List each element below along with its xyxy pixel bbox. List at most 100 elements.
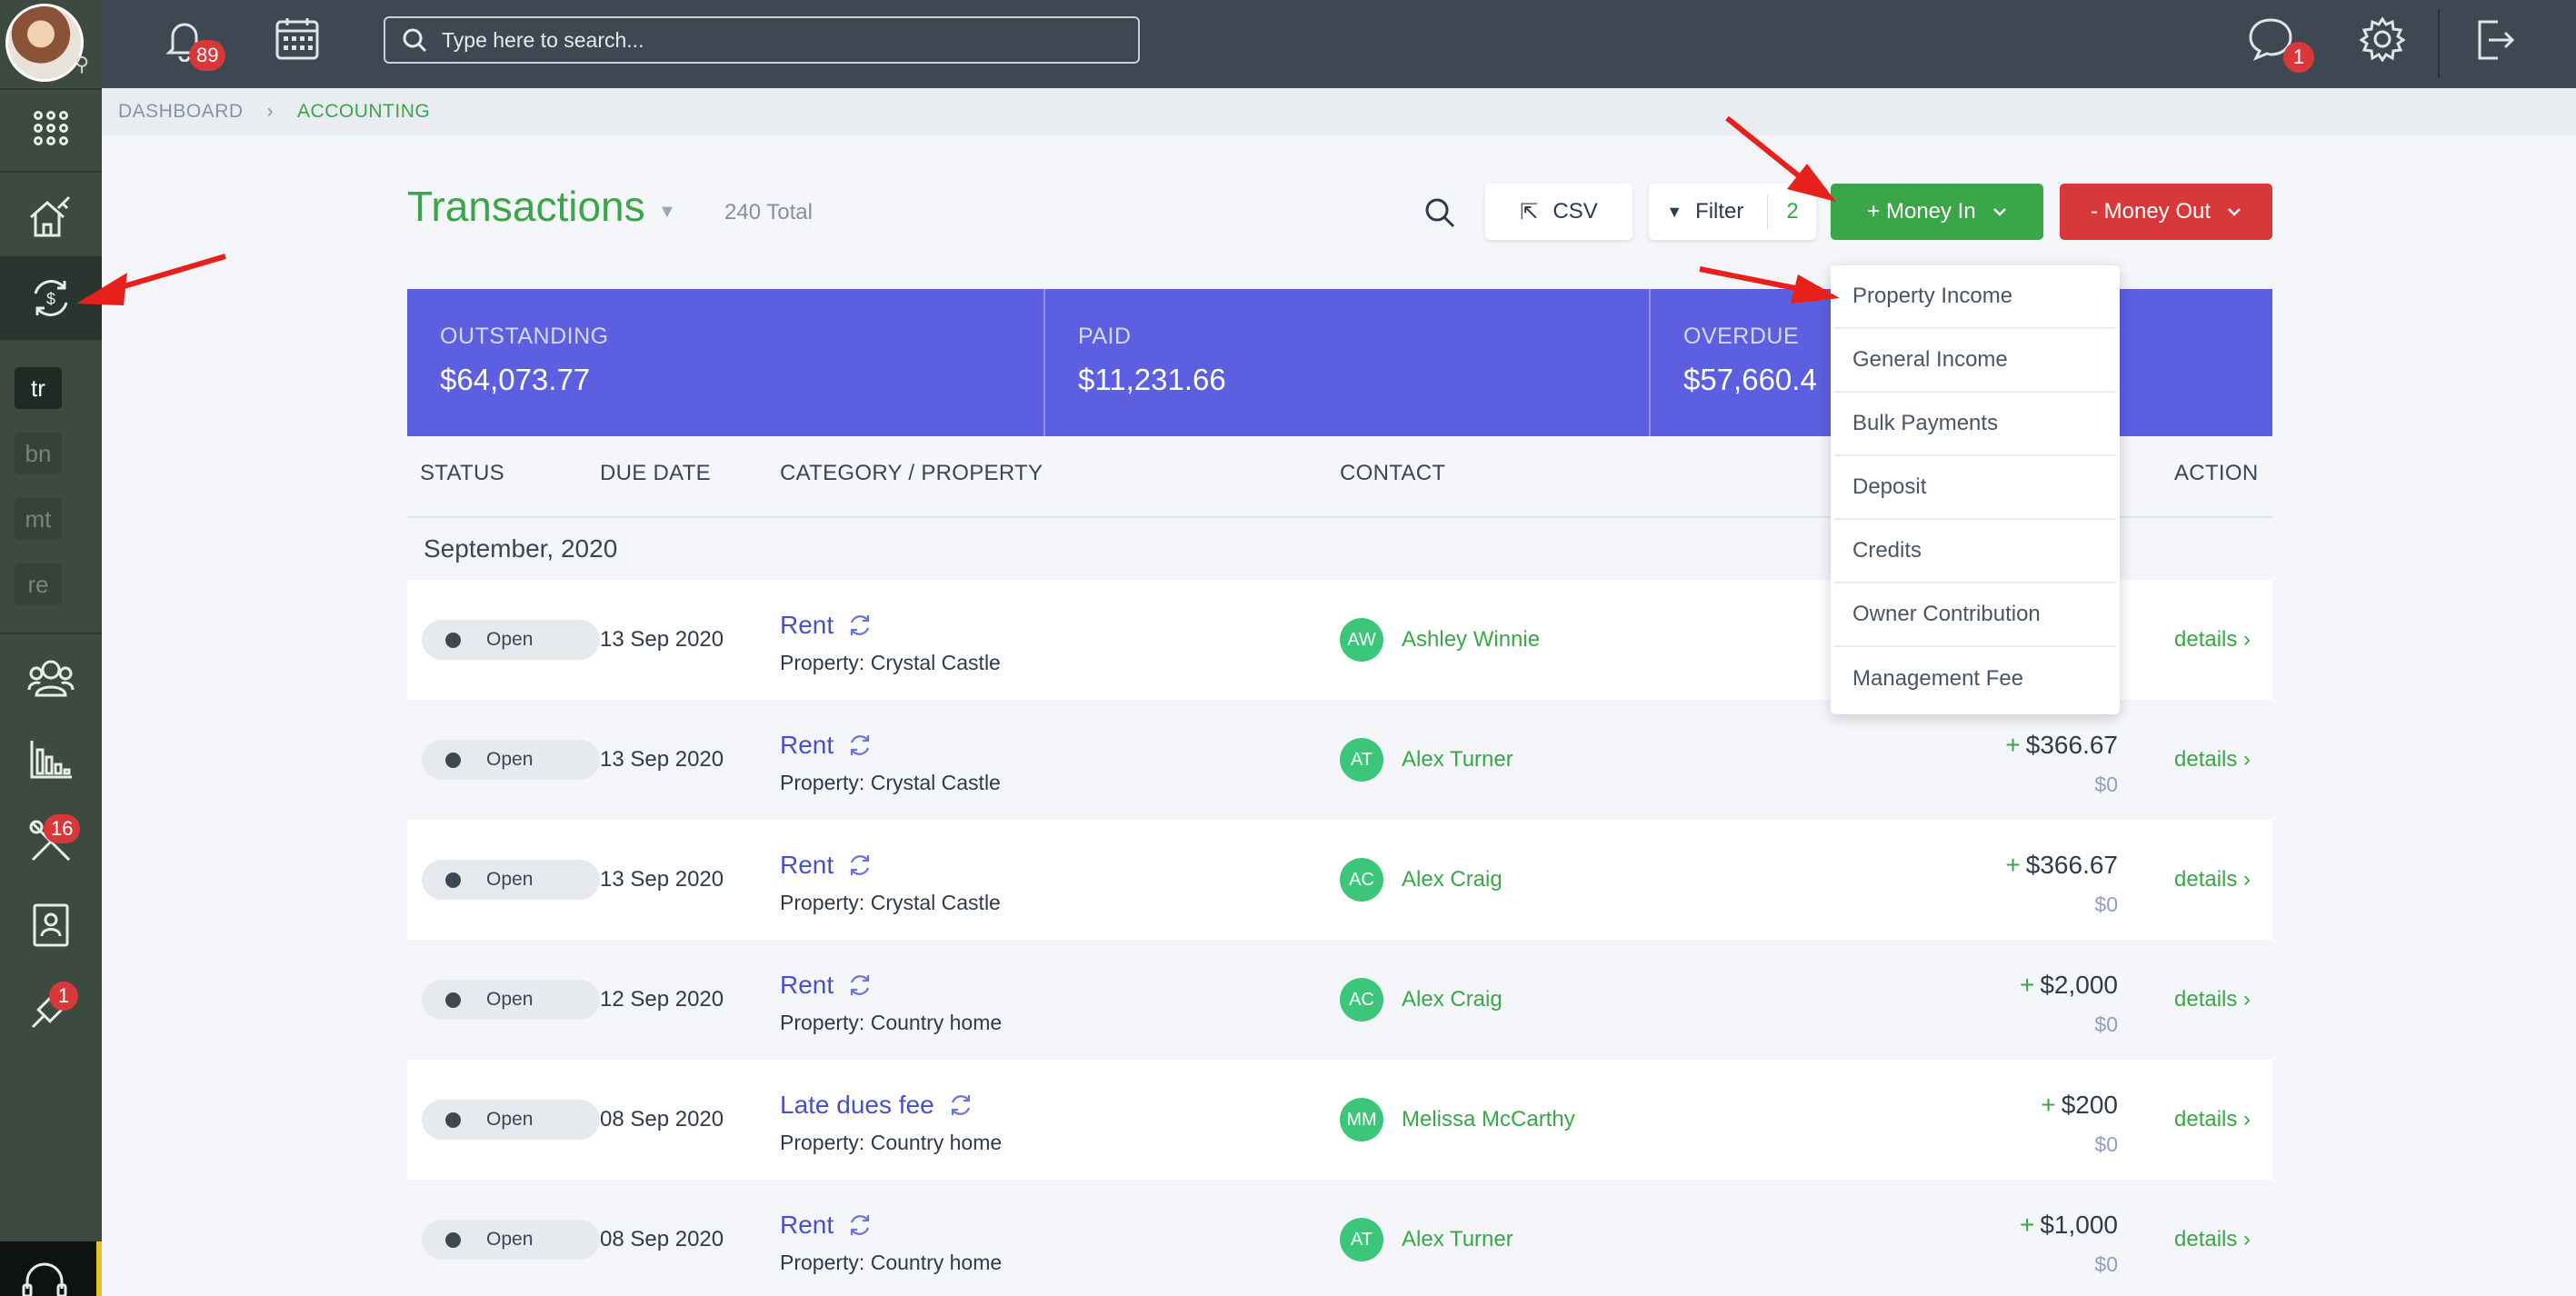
paid-label: PAID — [1078, 324, 1132, 349]
chevron-right-icon: › — [2243, 1227, 2252, 1251]
outstanding-card[interactable]: OUTSTANDING $64,073.77 — [407, 289, 1045, 436]
recurring-icon — [951, 1095, 970, 1115]
details-link[interactable]: details › — [2174, 627, 2251, 653]
money-in-button[interactable]: + Money In — [1831, 184, 2043, 240]
status-dot-icon — [445, 752, 461, 768]
column-status[interactable]: STATUS — [420, 461, 504, 486]
category-link[interactable]: Rent — [780, 851, 874, 880]
paid-amount: $0 — [2094, 1012, 2118, 1036]
table-row[interactable]: Open 13 Sep 2020 Rent Property: Crystal Cas… — [407, 820, 2272, 940]
house-icon — [30, 195, 71, 237]
money-in-label: + Money In — [1867, 199, 1976, 224]
column-due-date[interactable]: DUE DATE — [600, 461, 711, 486]
outstanding-label: OUTSTANDING — [440, 324, 609, 349]
caret-down-icon[interactable]: ▼ — [658, 202, 676, 223]
sidebar-item-integrations[interactable] — [0, 971, 102, 1047]
users-icon — [27, 660, 75, 697]
details-link[interactable]: details › — [2174, 1107, 2251, 1132]
details-link[interactable]: details › — [2174, 867, 2251, 892]
csv-button[interactable]: ⇱ CSV — [1485, 184, 1632, 240]
sidebar-item-contacts[interactable] — [0, 642, 102, 714]
contact-link[interactable]: Alex Turner — [1402, 1227, 1513, 1252]
category-link[interactable]: Rent — [780, 1211, 874, 1240]
menu-item-deposit[interactable]: Deposit — [1834, 456, 2116, 520]
menu-item-owner-contribution[interactable]: Owner Contribution — [1834, 583, 2116, 647]
due-date: 08 Sep 2020 — [600, 1107, 724, 1132]
table-row[interactable]: Open 13 Sep 2020 Rent Property: Crystal Cas… — [407, 700, 2272, 820]
property-text: Property: Country home — [780, 1011, 1003, 1034]
sidebar-item-reports[interactable] — [0, 723, 102, 796]
logout-icon[interactable] — [2474, 18, 2516, 62]
column-category[interactable]: CATEGORY / PROPERTY — [780, 461, 1043, 486]
sidebar-item-accounting[interactable]: $ — [0, 256, 102, 340]
pin-icon[interactable]: ⚲ — [75, 53, 89, 76]
bar-chart-icon — [30, 741, 72, 779]
sidebar-item-documents[interactable] — [0, 887, 102, 963]
due-date: 13 Sep 2020 — [600, 867, 724, 892]
search-input[interactable] — [442, 27, 1096, 53]
sidebar-chip-bn[interactable]: bn — [15, 433, 62, 474]
amount: + $366.67 — [2005, 731, 2118, 760]
property-text: Property: Country home — [780, 1131, 1003, 1154]
paid-card[interactable]: PAID $11,231.66 — [1045, 289, 1651, 436]
details-link[interactable]: details › — [2174, 987, 2251, 1012]
menu-item-property-income[interactable]: Property Income — [1834, 265, 2116, 329]
column-contact[interactable]: CONTACT — [1340, 461, 1445, 486]
contact-link[interactable]: Alex Craig — [1402, 867, 1503, 892]
details-link[interactable]: details › — [2174, 1227, 2251, 1252]
user-avatar[interactable] — [5, 4, 84, 82]
money-out-button[interactable]: - Money Out — [2060, 184, 2272, 240]
sidebar-chip-tr[interactable]: tr — [15, 367, 62, 409]
status-text: Open — [486, 1229, 534, 1250]
chevron-right-icon: › — [266, 101, 275, 122]
filter-button[interactable]: ▼ Filter 2 — [1649, 184, 1816, 240]
sidebar-chip-mt[interactable]: mt — [15, 498, 62, 540]
page-title[interactable]: Transactions — [407, 182, 645, 231]
svg-text:$: $ — [46, 290, 55, 308]
category-link[interactable]: Rent — [780, 611, 874, 640]
table-row[interactable]: Open 08 Sep 2020 Late dues fee Property: Co… — [407, 1060, 2272, 1180]
details-label: details — [2174, 627, 2238, 652]
notifications-badge: 89 — [189, 40, 226, 71]
support-area[interactable] — [0, 1241, 102, 1296]
breadcrumb: DASHBOARD › ACCOUNTING — [102, 88, 2576, 135]
menu-item-management-fee[interactable]: Management Fee — [1834, 647, 2116, 711]
sidebar-chip-re[interactable]: re — [15, 563, 62, 605]
category-link[interactable]: Late dues fee — [780, 1091, 974, 1120]
sidebar-item-properties[interactable] — [0, 178, 102, 256]
gear-icon[interactable] — [2360, 16, 2405, 62]
contact-link[interactable]: Melissa McCarthy — [1402, 1107, 1575, 1132]
status-text: Open — [486, 869, 534, 890]
status-badge: Open — [422, 620, 600, 660]
table-row[interactable]: Open 12 Sep 2020 Rent Property: Country hom… — [407, 940, 2272, 1060]
category-link[interactable]: Rent — [780, 971, 874, 1000]
search-bar[interactable] — [384, 16, 1140, 64]
calendar-icon[interactable] — [275, 16, 320, 62]
details-label: details — [2174, 1227, 2238, 1251]
paid-amount: $0 — [2094, 892, 2118, 916]
paid-amount: $0 — [2094, 1252, 2118, 1276]
contact-avatar: MM — [1340, 1098, 1383, 1141]
total-count: 240 Total — [724, 200, 813, 224]
category-link[interactable]: Rent — [780, 731, 874, 760]
chevron-right-icon: › — [2243, 867, 2252, 892]
details-link[interactable]: details › — [2174, 747, 2251, 773]
details-label: details — [2174, 747, 2238, 772]
plus-sign: + — [2020, 971, 2035, 999]
document-user-icon — [33, 903, 69, 947]
breadcrumb-dashboard[interactable]: DASHBOARD — [118, 101, 244, 123]
property-text: Property: Crystal Castle — [780, 891, 1001, 914]
sidebar-item-apps[interactable] — [0, 96, 102, 160]
status-dot-icon — [445, 1112, 461, 1128]
search-icon[interactable] — [1423, 196, 1456, 229]
menu-item-bulk-payments[interactable]: Bulk Payments — [1834, 393, 2116, 456]
menu-item-credits[interactable]: Credits — [1834, 520, 2116, 583]
category-text: Late dues fee — [780, 1091, 934, 1119]
table-row[interactable]: Open 08 Sep 2020 Rent Property: Country hom… — [407, 1180, 2272, 1296]
contact-link[interactable]: Ashley Winnie — [1402, 627, 1540, 653]
contact-link[interactable]: Alex Craig — [1402, 987, 1503, 1012]
menu-item-general-income[interactable]: General Income — [1834, 329, 2116, 393]
amount: + $200 — [2041, 1091, 2118, 1120]
category-text: Rent — [780, 1211, 834, 1239]
contact-link[interactable]: Alex Turner — [1402, 747, 1513, 773]
